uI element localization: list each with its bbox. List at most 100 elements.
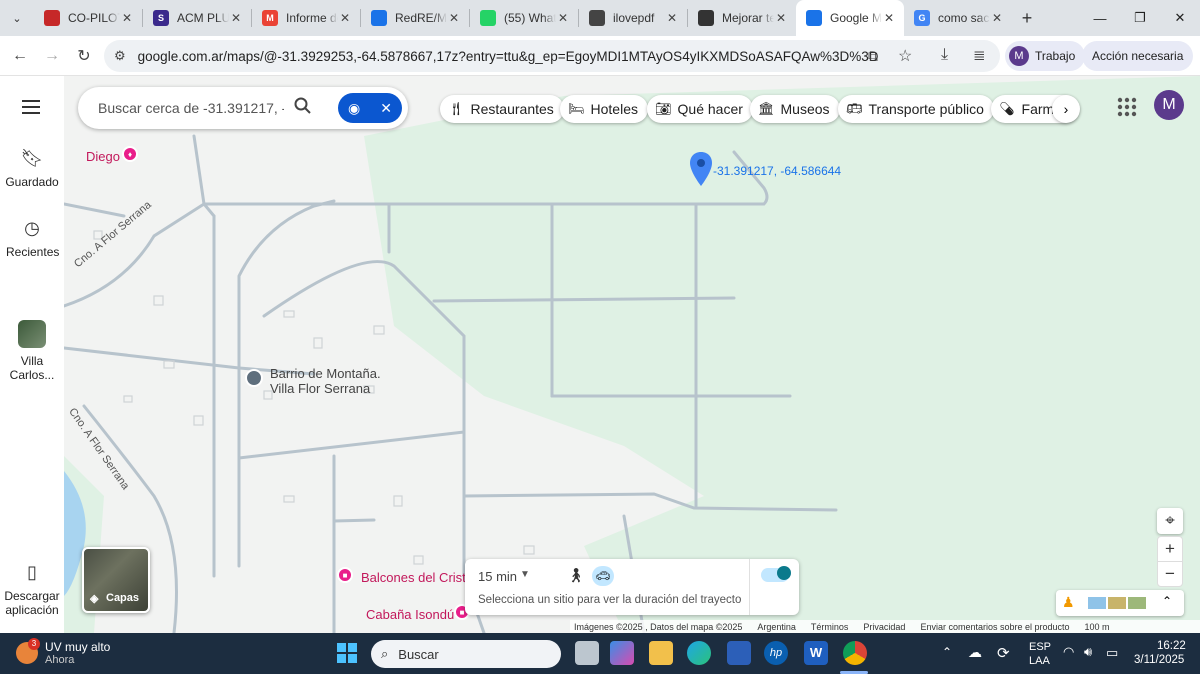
reload-icon[interactable]: ↻ (68, 40, 100, 72)
lang-label[interactable]: ESP (1029, 641, 1051, 653)
barrio-sublabel[interactable]: Villa Flor Serrana (270, 381, 370, 396)
tab-close-icon[interactable]: ✕ (882, 11, 896, 25)
map-canvas[interactable]: Diego ♦ Cno. A Flor Serrana Cno. A Flor … (64, 76, 1200, 633)
clock-date[interactable]: 3/11/2025 (1134, 654, 1184, 666)
tab-close-icon[interactable]: ✕ (990, 11, 1004, 25)
pegman-icon[interactable]: ♟ (1062, 594, 1075, 611)
travel-toggle[interactable] (761, 566, 791, 582)
rail-download-app[interactable]: ▯ Descargar aplicación (0, 562, 64, 617)
windows-start-icon[interactable] (337, 643, 357, 663)
zoom-in-button[interactable]: + (1157, 536, 1183, 562)
tab-close-icon[interactable]: ✕ (556, 11, 570, 25)
layers-button[interactable]: ◈ Capas (82, 547, 150, 613)
battery-icon[interactable]: ▭ (1106, 645, 1118, 661)
tray-chevron-icon[interactable]: ⌃ (942, 645, 952, 659)
walk-icon[interactable]: 🚶︎ (567, 567, 585, 584)
sync-icon[interactable]: ⟳ (997, 644, 1010, 662)
category-chip[interactable]: 🍴︎ Restaurantes (440, 95, 564, 123)
clock-time[interactable]: 16:22 (1157, 640, 1186, 652)
my-location-icon[interactable]: ⌖ (1157, 508, 1183, 534)
account-avatar[interactable]: M (1154, 90, 1184, 120)
browser-tab[interactable]: Mejorar te ✕ (688, 0, 796, 36)
browser-tab[interactable]: S ACM PLUS✕ (143, 0, 251, 36)
file-explorer-icon[interactable] (649, 641, 673, 665)
search-icon[interactable] (294, 97, 312, 120)
footer-link[interactable]: Argentina (757, 622, 796, 632)
tab-close-icon[interactable]: ✕ (229, 11, 243, 25)
tab-close-icon[interactable]: ✕ (120, 11, 134, 25)
install-app-icon[interactable]: ⧉ (868, 48, 878, 65)
wifi-icon[interactable]: ◠ (1063, 644, 1074, 660)
browser-tab[interactable]: Gcomo sacar✕ (904, 0, 1012, 36)
menu-icon[interactable] (22, 100, 40, 114)
rail-saved[interactable]: 🔖︎ Guardado (0, 148, 64, 189)
category-chip[interactable]: 🚌︎ Transporte público (838, 95, 994, 123)
directions-icon[interactable]: ◉ (348, 100, 360, 117)
tab-close-icon[interactable]: ✕ (338, 11, 352, 25)
browser-tab[interactable]: (55) WhatsApp✕ (470, 0, 578, 36)
volume-icon[interactable]: 🔊︎ (1084, 644, 1092, 660)
browser-tab[interactable]: RedRE/Mi ✕ (361, 0, 469, 36)
browser-tab[interactable]: Google Maps✕ (796, 0, 904, 36)
copilot-icon[interactable] (610, 641, 634, 665)
poi-diego-label[interactable]: Diego (86, 149, 120, 164)
expand-icon[interactable]: ⌃ (1162, 594, 1172, 608)
new-tab-button[interactable]: + (1012, 8, 1042, 29)
footer-link[interactable]: Términos (811, 622, 849, 632)
categories-next-icon[interactable]: › (1052, 95, 1080, 123)
category-chip[interactable]: 📷︎ Qué hacer (647, 95, 753, 123)
browser-tab[interactable]: M Informe de ✕ (252, 0, 360, 36)
chrome-icon[interactable] (843, 641, 867, 665)
bookmark-star-icon[interactable]: ☆ (898, 46, 912, 66)
hp-icon[interactable]: hp (764, 641, 788, 665)
edge-icon[interactable] (687, 641, 711, 665)
poi-balcones-icon[interactable]: ■ (337, 567, 353, 583)
tab-search-chevron-icon[interactable]: ⌄ (0, 0, 34, 36)
search-input[interactable]: Buscar cerca de -31.391217, -64.586644 (98, 100, 284, 116)
travel-time-select[interactable]: 15 min (478, 569, 517, 584)
tab-close-icon[interactable]: ✕ (665, 11, 679, 25)
map-thumbnails[interactable]: ♟ ⌃ (1056, 590, 1184, 616)
tab-close-icon[interactable]: ✕ (447, 11, 461, 25)
close-window-icon[interactable]: ✕ (1160, 0, 1200, 36)
footer-link[interactable]: Enviar comentarios sobre el producto (920, 622, 1069, 632)
browser-tab[interactable]: ilovepdf ✕ (579, 0, 687, 36)
barrio-label[interactable]: Barrio de Montaña. (270, 366, 381, 381)
google-apps-icon[interactable] (1116, 96, 1138, 118)
poi-diego-icon[interactable]: ♦ (122, 146, 138, 162)
zoom-out-button[interactable]: − (1157, 561, 1183, 587)
tray-app-icon[interactable]: ☁ (968, 644, 982, 661)
profile-chip[interactable]: M Trabajo (1005, 41, 1086, 71)
directions-chip[interactable]: ◉ ✕ (338, 93, 402, 123)
restore-icon[interactable]: ❐ (1120, 0, 1160, 36)
category-chip[interactable]: 🛏︎ Hoteles (560, 95, 648, 123)
pin-coordinates-label[interactable]: -31.391217, -64.586644 (713, 164, 841, 178)
address-bar[interactable]: ⚙ google.com.ar/maps/@-31.3929253,-64.58… (104, 40, 1000, 72)
tab-close-icon[interactable]: ✕ (774, 11, 788, 25)
media-icon[interactable]: ≣ (973, 46, 986, 64)
site-settings-icon[interactable]: ⚙ (114, 48, 126, 64)
taskbar-search[interactable]: ⌕ Buscar (371, 640, 561, 668)
task-view-icon[interactable] (575, 641, 599, 665)
weather-title[interactable]: UV muy alto (45, 640, 110, 654)
rail-recent-place[interactable]: Villa Carlos... (0, 320, 64, 382)
minimize-icon[interactable]: — (1080, 0, 1120, 36)
downloads-icon[interactable]: ⤓ (941, 46, 948, 64)
car-icon[interactable]: 🚗︎ (592, 566, 614, 586)
barrio-icon[interactable] (245, 369, 263, 387)
poi-balcones-label[interactable]: Balcones del Cristal (361, 570, 467, 585)
action-required-button[interactable]: Acción necesaria (1082, 41, 1194, 71)
word-icon[interactable]: W (804, 641, 828, 665)
tab-title: ACM PLUS (177, 11, 229, 25)
browser-tab[interactable]: CO-PILOT ✕ (34, 0, 142, 36)
forward-icon[interactable]: → (36, 40, 68, 72)
back-icon[interactable]: ← (4, 40, 36, 72)
store-icon[interactable] (727, 641, 751, 665)
footer-link[interactable]: Privacidad (863, 622, 905, 632)
chevron-down-icon[interactable]: ▼ (520, 569, 530, 580)
rail-recent[interactable]: ◷ Recientes (0, 218, 64, 259)
clear-search-icon[interactable]: ✕ (380, 100, 392, 117)
poi-cabana-label[interactable]: Cabaña Isondú (366, 607, 454, 622)
category-chip[interactable]: 🏛︎ Museos (750, 95, 840, 123)
footer-link[interactable]: 100 m (1085, 622, 1110, 632)
